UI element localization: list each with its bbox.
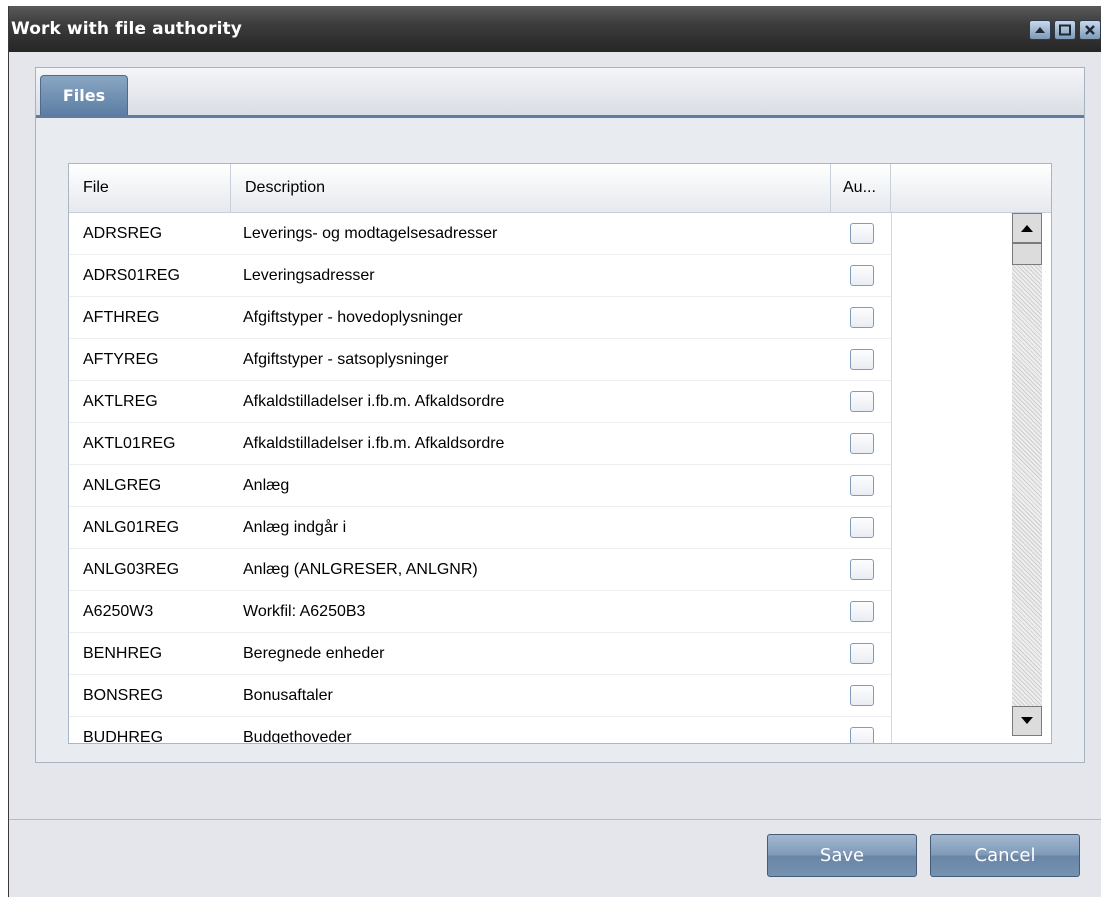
authority-checkbox[interactable]	[850, 559, 874, 580]
close-icon[interactable]	[1079, 20, 1101, 40]
vertical-scrollbar[interactable]	[1012, 213, 1042, 736]
table-header: File Description Au...	[69, 164, 1051, 213]
column-header-file[interactable]: File	[69, 164, 231, 212]
table-row[interactable]: AKTL01REG Afkaldstilladelser i.fb.m. Afka…	[69, 423, 891, 465]
column-header-authority[interactable]: Au...	[831, 164, 891, 212]
file-cell: ANLGREG	[83, 477, 162, 494]
dialog-window: Work with file authority Files File Desc…	[8, 6, 1101, 897]
scroll-thumb[interactable]	[1012, 243, 1042, 265]
description-cell: Leverings- og modtagelsesadresser	[243, 225, 498, 242]
description-cell: Bonusaftaler	[243, 687, 333, 704]
window-title: Work with file authority	[11, 19, 242, 39]
title-bar[interactable]: Work with file authority	[9, 6, 1101, 52]
table-row[interactable]: AKTLREG Afkaldstilladelser i.fb.m. Afkald…	[69, 381, 891, 423]
description-cell: Afgiftstyper - satsoplysninger	[243, 351, 449, 368]
footer-divider	[9, 819, 1101, 820]
authority-checkbox[interactable]	[850, 433, 874, 454]
scroll-down-icon[interactable]	[1012, 706, 1042, 736]
description-cell: Beregnede enheder	[243, 645, 385, 662]
description-cell: Anlæg	[243, 477, 290, 494]
table-row[interactable]: ANLG01REG Anlæg indgår i	[69, 507, 891, 549]
tab-panel: Files File Description Au... ADRSREG Leve…	[35, 67, 1085, 763]
file-cell: BUDHREG	[83, 729, 164, 744]
table-row[interactable]: ADRSREG Leverings- og modtagelsesadresser	[69, 213, 891, 255]
column-header-description[interactable]: Description	[231, 164, 831, 212]
description-cell: Workfil: A6250B3	[243, 603, 366, 620]
description-cell: Budgethoveder	[243, 729, 352, 744]
description-cell: Afkaldstilladelser i.fb.m. Afkaldsordre	[243, 393, 505, 410]
table-row[interactable]: AFTYREG Afgiftstyper - satsoplysninger	[69, 339, 891, 381]
file-cell: AKTLREG	[83, 393, 158, 410]
authority-checkbox[interactable]	[850, 643, 874, 664]
table-row[interactable]: ADRS01REG Leveringsadresser	[69, 255, 891, 297]
authority-checkbox[interactable]	[850, 265, 874, 286]
tab-files-label: Files	[62, 86, 106, 105]
description-cell: Anlæg indgår i	[243, 519, 347, 536]
scroll-up-icon[interactable]	[1012, 213, 1042, 243]
file-cell: ANLG03REG	[83, 561, 180, 578]
description-cell: Anlæg (ANLGRESER, ANLGNR)	[243, 561, 478, 578]
cancel-button[interactable]: Cancel	[930, 834, 1080, 877]
file-cell: ANLG01REG	[83, 519, 180, 536]
table-row[interactable]: ANLG03REG Anlæg (ANLGRESER, ANLGNR)	[69, 549, 891, 591]
table-row[interactable]: BENHREG Beregnede enheder	[69, 633, 891, 675]
file-cell: AFTYREG	[83, 351, 159, 368]
file-cell: A6250W3	[83, 603, 154, 620]
file-cell: AKTL01REG	[83, 435, 176, 452]
table-row[interactable]: BUDHREG Budgethoveder	[69, 717, 891, 744]
authority-checkbox[interactable]	[850, 727, 874, 743]
authority-checkbox[interactable]	[850, 685, 874, 706]
tab-files[interactable]: Files	[40, 75, 128, 115]
save-button[interactable]: Save	[767, 834, 917, 877]
description-cell: Afkaldstilladelser i.fb.m. Afkaldsordre	[243, 435, 505, 452]
minimize-icon[interactable]	[1029, 20, 1051, 40]
table-row[interactable]: ANLGREG Anlæg	[69, 465, 891, 507]
file-cell: ADRS01REG	[83, 267, 180, 284]
table-row[interactable]: A6250W3 Workfil: A6250B3	[69, 591, 891, 633]
table-row[interactable]: BONSREG Bonusaftaler	[69, 675, 891, 717]
maximize-icon[interactable]	[1054, 20, 1076, 40]
authority-checkbox[interactable]	[850, 307, 874, 328]
table-body: ADRSREG Leverings- og modtagelsesadresser…	[69, 213, 891, 744]
authority-checkbox[interactable]	[850, 349, 874, 370]
authority-checkbox[interactable]	[850, 223, 874, 244]
file-cell: BENHREG	[83, 645, 163, 662]
description-cell: Afgiftstyper - hovedoplysninger	[243, 309, 463, 326]
tab-strip: Files	[36, 68, 1084, 118]
authority-checkbox[interactable]	[850, 517, 874, 538]
description-cell: Leveringsadresser	[243, 267, 375, 284]
file-cell: AFTHREG	[83, 309, 160, 326]
files-table: File Description Au... ADRSREG Leverings-…	[68, 163, 1052, 744]
authority-checkbox[interactable]	[850, 475, 874, 496]
file-cell: ADRSREG	[83, 225, 163, 242]
authority-checkbox[interactable]	[850, 601, 874, 622]
authority-checkbox[interactable]	[850, 391, 874, 412]
file-cell: BONSREG	[83, 687, 164, 704]
table-row[interactable]: AFTHREG Afgiftstyper - hovedoplysninger	[69, 297, 891, 339]
